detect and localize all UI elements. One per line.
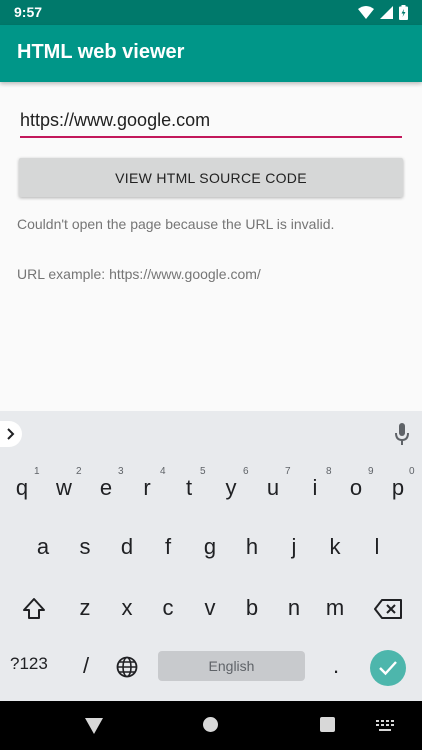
globe-icon[interactable] (116, 656, 138, 678)
chevron-right-icon[interactable] (0, 421, 22, 447)
symbols-key[interactable]: ?123 (10, 654, 48, 674)
battery-icon (399, 5, 408, 20)
check-icon (379, 661, 397, 676)
done-key[interactable] (370, 650, 406, 686)
key-r[interactable]: r (127, 474, 167, 502)
key-v[interactable]: v (190, 594, 230, 622)
backspace-icon[interactable] (374, 599, 402, 619)
home-icon[interactable] (203, 717, 218, 732)
status-time: 9:57 (14, 4, 43, 20)
app-title: HTML web viewer (17, 41, 185, 63)
url-input[interactable] (20, 108, 402, 138)
key-q[interactable]: q (2, 474, 42, 502)
key-e[interactable]: e (86, 474, 126, 502)
key-b[interactable]: b (232, 594, 272, 622)
wifi-icon (358, 6, 374, 19)
key-k[interactable]: k (315, 533, 355, 561)
key-c[interactable]: c (148, 594, 188, 622)
status-bar: 9:57 (0, 0, 422, 25)
key-s[interactable]: s (65, 533, 105, 561)
back-icon[interactable] (85, 718, 103, 734)
key-w[interactable]: w (44, 474, 84, 502)
key-j[interactable]: j (274, 533, 314, 561)
recents-icon[interactable] (320, 717, 335, 732)
app-bar: HTML web viewer (0, 25, 422, 82)
key-period[interactable]: . (316, 652, 356, 680)
space-key[interactable]: English (158, 651, 305, 681)
key-p[interactable]: p (378, 474, 418, 502)
key-g[interactable]: g (190, 533, 230, 561)
signal-icon (380, 6, 393, 19)
error-message: Couldn't open the page because the URL i… (17, 216, 335, 232)
key-h[interactable]: h (232, 533, 272, 561)
keyboard-toolbar (0, 411, 422, 456)
key-d[interactable]: d (107, 533, 147, 561)
status-icons (358, 5, 408, 20)
key-f[interactable]: f (148, 533, 188, 561)
key-m[interactable]: m (315, 594, 355, 622)
keyboard-switch-icon[interactable] (376, 720, 394, 732)
key-u[interactable]: u (253, 474, 293, 502)
key-t[interactable]: t (169, 474, 209, 502)
key-a[interactable]: a (23, 533, 63, 561)
navigation-bar (0, 701, 422, 750)
url-example-message: URL example: https://www.google.com/ (17, 266, 261, 282)
key-y[interactable]: y (211, 474, 251, 502)
shift-icon[interactable] (22, 597, 46, 621)
microphone-icon[interactable] (394, 423, 410, 445)
key-z[interactable]: z (65, 594, 105, 622)
key-n[interactable]: n (274, 594, 314, 622)
view-html-source-button[interactable]: VIEW HTML SOURCE CODE (19, 158, 403, 197)
key-x[interactable]: x (107, 594, 147, 622)
key-i[interactable]: i (295, 474, 335, 502)
key-slash[interactable]: / (66, 652, 106, 680)
key-o[interactable]: o (336, 474, 376, 502)
soft-keyboard: 1 2 3 4 5 6 7 8 9 0 q w e r t y u i o p … (0, 411, 422, 701)
key-l[interactable]: l (357, 533, 397, 561)
